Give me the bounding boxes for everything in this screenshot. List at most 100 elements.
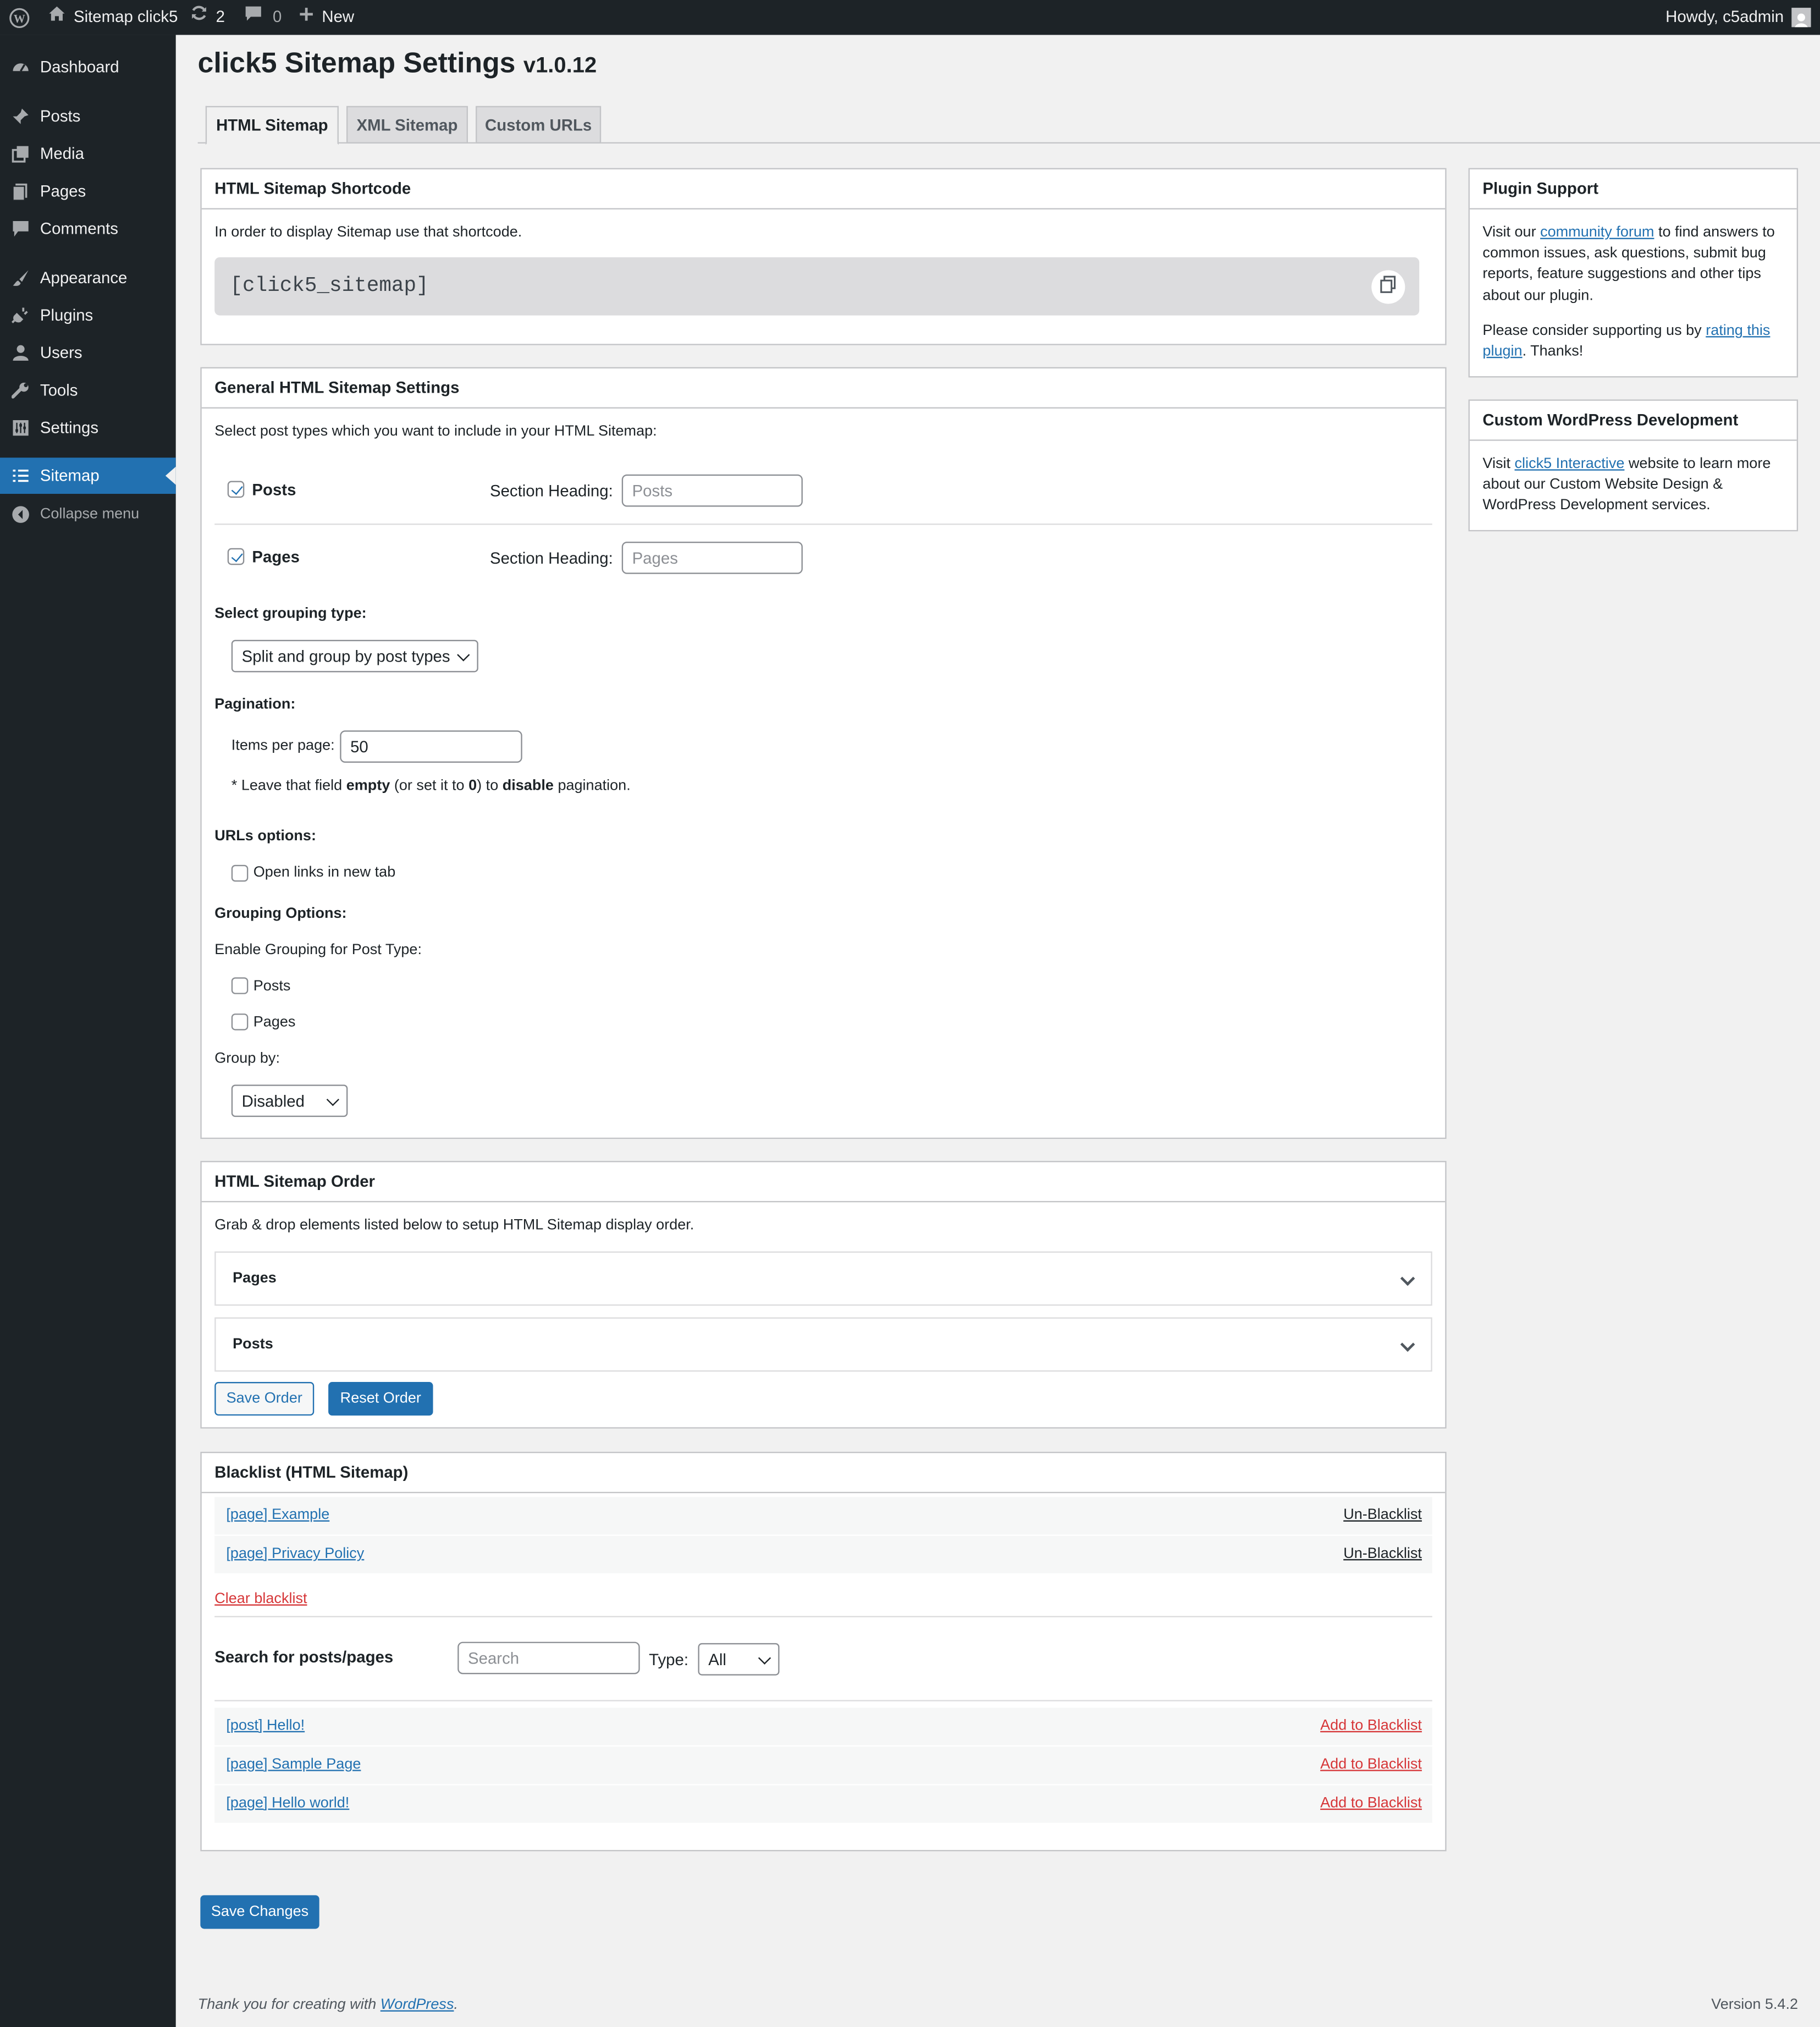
sidebar-item-label: Sitemap (40, 466, 100, 485)
plugin-support-text: Visit our community forum to find answer… (1482, 225, 1775, 304)
box-heading: Blacklist (HTML Sitemap) (201, 1453, 1446, 1494)
new-content-link[interactable]: New (299, 0, 354, 35)
pin-icon (12, 107, 30, 125)
add-to-blacklist-link[interactable]: Add to Blacklist (1320, 1795, 1422, 1811)
shortcode-intro: In order to display Sitemap use that sho… (214, 225, 522, 241)
footer-version: Version 5.4.2 (1711, 1997, 1799, 2013)
chevron-down-icon[interactable] (1400, 1271, 1415, 1286)
new-label: New (322, 8, 355, 26)
pages-checkbox[interactable] (227, 548, 245, 565)
open-new-tab-checkbox[interactable] (231, 864, 249, 882)
posts-checkbox[interactable] (227, 481, 245, 498)
sidebar-item-dashboard[interactable]: Dashboard (0, 48, 176, 85)
section-heading-label: Section Heading: (489, 482, 613, 500)
sidebar-item-users[interactable]: Users (0, 334, 176, 371)
order-item-posts[interactable]: Posts (214, 1317, 1432, 1372)
divider (214, 1700, 1432, 1701)
type-select[interactable]: All (698, 1643, 780, 1676)
version-label: v1.0.12 (523, 53, 597, 78)
pages-section-heading-input[interactable]: Pages (621, 542, 803, 574)
order-item-pages[interactable]: Pages (214, 1251, 1432, 1306)
shortcode-box: HTML Sitemap Shortcode In order to displ… (200, 168, 1447, 345)
sliders-icon (12, 418, 30, 437)
order-item-label: Posts (233, 1336, 273, 1352)
grouping-posts-checkbox[interactable] (231, 977, 249, 994)
user-icon (12, 343, 30, 361)
box-heading: HTML Sitemap Shortcode (201, 169, 1446, 210)
tab-xml-sitemap[interactable]: XML Sitemap (346, 106, 468, 144)
open-new-tab-label: Open links in new tab (253, 864, 396, 880)
sidebar-item-media[interactable]: Media (0, 134, 176, 172)
order-item-label: Pages (233, 1270, 277, 1287)
comments-link[interactable]: 0 (244, 0, 282, 35)
posts-type-label: Posts (252, 481, 296, 499)
sidebar-item-settings[interactable]: Settings (0, 409, 176, 446)
divider (214, 1616, 1432, 1617)
sidebar-item-posts[interactable]: Posts (0, 97, 176, 134)
posts-section-heading-input[interactable]: Posts (621, 474, 803, 507)
collapse-menu-button[interactable]: Collapse menu (0, 495, 176, 532)
list-icon (12, 467, 30, 485)
tab-custom-urls[interactable]: Custom URLs (476, 106, 602, 144)
save-order-button[interactable]: Save Order (214, 1382, 315, 1416)
plugin-support-box: Plugin Support Visit our community forum… (1468, 168, 1799, 378)
add-to-blacklist-link[interactable]: Add to Blacklist (1320, 1718, 1422, 1733)
chevron-down-icon[interactable] (1400, 1337, 1415, 1352)
add-to-blacklist-link[interactable]: Add to Blacklist (1320, 1757, 1422, 1772)
box-heading: General HTML Sitemap Settings (201, 368, 1446, 409)
sitemap-order-box: HTML Sitemap Order Grab & drop elements … (200, 1161, 1447, 1429)
group-by-select[interactable]: Disabled (231, 1084, 348, 1117)
chevron-down-icon (326, 1092, 339, 1106)
box-heading: HTML Sitemap Order (201, 1162, 1446, 1203)
type-value: All (708, 1650, 726, 1668)
sidebar-item-comments[interactable]: Comments (0, 210, 176, 247)
sidebar-item-label: Comments (40, 219, 118, 238)
enable-grouping-label: Enable Grouping for Post Type: (214, 942, 422, 958)
search-result-link[interactable]: [post] Hello! (226, 1718, 305, 1733)
sidebar-item-appearance[interactable]: Appearance (0, 258, 176, 296)
grouping-pages-checkbox[interactable] (231, 1013, 249, 1031)
shortcode-field[interactable]: [click5_sitemap] (214, 257, 1420, 316)
sidebar-item-label: Settings (40, 418, 99, 437)
page-title-text: click5 Sitemap Settings (197, 46, 516, 79)
sidebar-item-tools[interactable]: Tools (0, 371, 176, 409)
wrench-icon (12, 381, 30, 399)
grouping-type-select[interactable]: Split and group by post types (231, 640, 478, 673)
sidebar-item-label: Tools (40, 381, 78, 399)
updates-link[interactable]: 2 (190, 0, 225, 35)
site-name-link[interactable]: Sitemap click5 (48, 0, 178, 35)
urls-options-label: URLs options: (214, 828, 316, 845)
reset-order-button[interactable]: Reset Order (328, 1382, 433, 1416)
tab-html-sitemap[interactable]: HTML Sitemap (205, 106, 339, 145)
wordpress-link[interactable]: WordPress (380, 1997, 454, 2013)
dashboard-icon (12, 58, 30, 76)
items-per-page-label: Items per page: (231, 738, 335, 754)
plus-icon (299, 0, 314, 35)
blacklist-item-link[interactable]: [page] Example (226, 1507, 329, 1523)
media-icon (12, 144, 30, 162)
click5-interactive-link[interactable]: click5 Interactive (1515, 456, 1625, 472)
search-result-link[interactable]: [page] Hello world! (226, 1795, 349, 1811)
un-blacklist-link[interactable]: Un-Blacklist (1343, 1507, 1422, 1523)
comment-icon (12, 219, 30, 237)
blacklist-item-link[interactable]: [page] Privacy Policy (226, 1546, 364, 1562)
general-settings-box: General HTML Sitemap Settings Select pos… (200, 367, 1447, 1139)
sidebar-item-label: Collapse menu (40, 506, 140, 522)
save-changes-button[interactable]: Save Changes (200, 1895, 319, 1929)
brush-icon (12, 268, 30, 287)
sidebar-item-pages[interactable]: Pages (0, 172, 176, 210)
search-input[interactable]: Search (457, 1642, 640, 1675)
clear-blacklist-link[interactable]: Clear blacklist (214, 1591, 307, 1607)
my-account-link[interactable]: Howdy, c5admin (1665, 0, 1811, 35)
wordpress-logo-icon[interactable]: W (9, 0, 30, 35)
sidebar-item-sitemap[interactable]: Sitemap (0, 458, 176, 494)
sidebar-item-label: Appearance (40, 268, 128, 287)
items-per-page-input[interactable]: 50 (340, 730, 522, 763)
copy-button[interactable] (1371, 270, 1405, 304)
sidebar-item-plugins[interactable]: Plugins (0, 296, 176, 333)
page-title: click5 Sitemap Settings v1.0.12 (198, 47, 597, 80)
search-result-link[interactable]: [page] Sample Page (226, 1757, 361, 1772)
pages-icon (12, 181, 30, 200)
community-forum-link[interactable]: community forum (1540, 225, 1654, 240)
un-blacklist-link[interactable]: Un-Blacklist (1343, 1546, 1422, 1562)
